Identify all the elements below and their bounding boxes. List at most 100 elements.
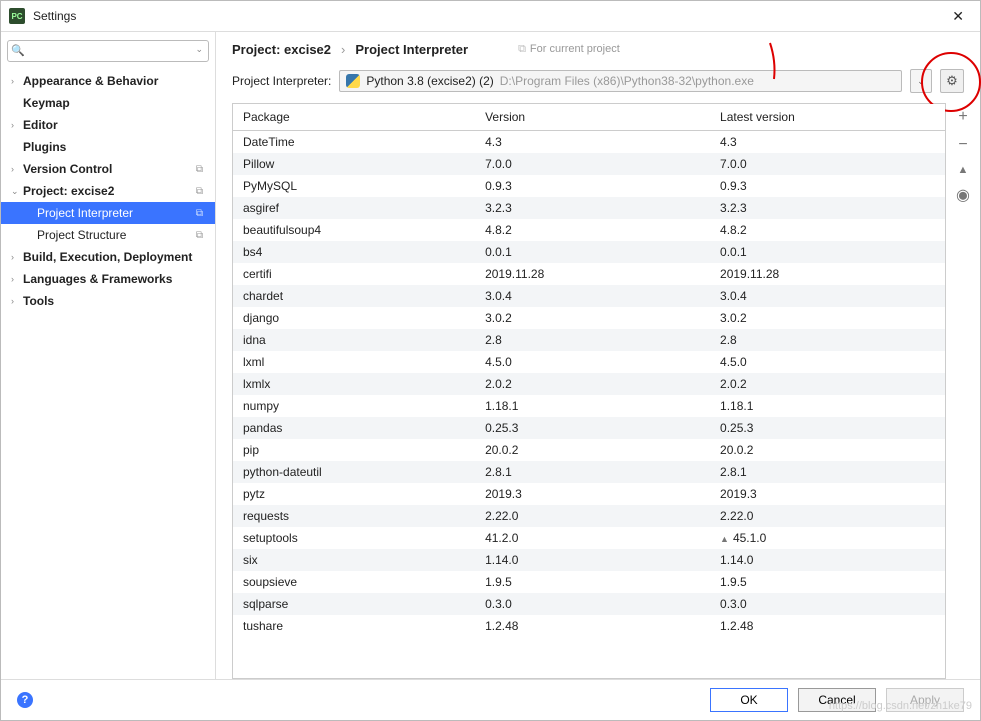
- cell-latest: 2.0.2: [710, 373, 945, 395]
- cell-latest: 20.0.2: [710, 439, 945, 461]
- remove-package-button[interactable]: −: [958, 137, 967, 153]
- table-row[interactable]: DateTime4.34.3: [233, 131, 945, 154]
- cell-version: 3.0.2: [475, 307, 710, 329]
- scope-icon: ⧉: [196, 164, 203, 175]
- cell-package: pytz: [233, 483, 475, 505]
- sidebar-item-plugins[interactable]: Plugins: [1, 136, 215, 158]
- cell-package: sqlparse: [233, 593, 475, 615]
- table-row[interactable]: asgiref3.2.33.2.3: [233, 197, 945, 219]
- cell-latest: 4.3: [710, 131, 945, 154]
- show-early-releases-button[interactable]: ◉: [956, 188, 970, 204]
- col-version[interactable]: Version: [475, 104, 710, 131]
- sidebar-item-label: Build, Execution, Deployment: [23, 250, 192, 264]
- interpreter-label: Project Interpreter:: [232, 74, 331, 88]
- add-package-button[interactable]: +: [958, 109, 967, 125]
- breadcrumb: Project: excise2 › Project Interpreter ⧉…: [216, 32, 980, 65]
- sidebar-item-build-execution-deployment[interactable]: ›Build, Execution, Deployment: [1, 246, 215, 268]
- sidebar-item-languages-frameworks[interactable]: ›Languages & Frameworks: [1, 268, 215, 290]
- table-row[interactable]: lxml4.5.04.5.0: [233, 351, 945, 373]
- cell-package: numpy: [233, 395, 475, 417]
- table-row[interactable]: Pillow7.0.07.0.0: [233, 153, 945, 175]
- table-row[interactable]: setuptools41.2.0▲45.1.0: [233, 527, 945, 549]
- table-row[interactable]: beautifulsoup44.8.24.8.2: [233, 219, 945, 241]
- table-row[interactable]: idna2.82.8: [233, 329, 945, 351]
- interpreter-dropdown[interactable]: ⌄: [910, 69, 932, 93]
- col-latest[interactable]: Latest version: [710, 104, 945, 131]
- cell-package: chardet: [233, 285, 475, 307]
- search-history-icon[interactable]: ⌄: [195, 44, 203, 55]
- table-row[interactable]: PyMySQL0.9.30.9.3: [233, 175, 945, 197]
- sidebar-item-project-interpreter[interactable]: Project Interpreter⧉: [1, 202, 215, 224]
- upgrade-package-button[interactable]: ▲: [958, 165, 969, 176]
- table-row[interactable]: pytz2019.32019.3: [233, 483, 945, 505]
- gear-icon[interactable]: ⚙: [940, 69, 964, 93]
- sidebar-item-project-structure[interactable]: Project Structure⧉: [1, 224, 215, 246]
- close-icon[interactable]: ✕: [944, 4, 972, 29]
- sidebar-item-label: Tools: [23, 294, 54, 308]
- table-row[interactable]: tushare1.2.481.2.48: [233, 615, 945, 637]
- cell-version: 7.0.0: [475, 153, 710, 175]
- chevron-icon: ⌄: [11, 186, 23, 197]
- interpreter-select[interactable]: Python 3.8 (excise2) (2) D:\Program File…: [339, 70, 902, 92]
- package-actions: + − ▲ ◉: [946, 103, 980, 679]
- cell-latest: 1.2.48: [710, 615, 945, 637]
- packages-table[interactable]: Package Version Latest version DateTime4…: [232, 103, 946, 679]
- help-button[interactable]: ?: [17, 692, 33, 708]
- python-icon: [346, 74, 360, 88]
- cell-latest: 3.0.4: [710, 285, 945, 307]
- cell-package: django: [233, 307, 475, 329]
- table-row[interactable]: requests2.22.02.22.0: [233, 505, 945, 527]
- sidebar-item-project-excise2[interactable]: ⌄Project: excise2⧉: [1, 180, 215, 202]
- table-row[interactable]: six1.14.01.14.0: [233, 549, 945, 571]
- table-row[interactable]: lxmlx2.0.22.0.2: [233, 373, 945, 395]
- chevron-right-icon: ›: [341, 42, 345, 57]
- sidebar-item-editor[interactable]: ›Editor: [1, 114, 215, 136]
- sidebar-item-label: Project Interpreter: [37, 206, 133, 220]
- cell-latest: 3.0.2: [710, 307, 945, 329]
- cell-version: 2.22.0: [475, 505, 710, 527]
- upgrade-available-icon: ▲: [720, 534, 729, 544]
- table-row[interactable]: bs40.0.10.0.1: [233, 241, 945, 263]
- search-input[interactable]: [7, 40, 209, 62]
- cell-latest: 1.14.0: [710, 549, 945, 571]
- cell-latest: 2.22.0: [710, 505, 945, 527]
- sidebar-item-label: Version Control: [23, 162, 112, 176]
- window-title: Settings: [33, 9, 944, 23]
- cell-version: 4.8.2: [475, 219, 710, 241]
- cell-latest: 0.9.3: [710, 175, 945, 197]
- cell-latest: 0.3.0: [710, 593, 945, 615]
- cell-package: pip: [233, 439, 475, 461]
- table-row[interactable]: pip20.0.220.0.2: [233, 439, 945, 461]
- table-row[interactable]: pandas0.25.30.25.3: [233, 417, 945, 439]
- cell-version: 0.9.3: [475, 175, 710, 197]
- chevron-icon: ›: [11, 120, 23, 130]
- table-row[interactable]: soupsieve1.9.51.9.5: [233, 571, 945, 593]
- cell-latest: 1.18.1: [710, 395, 945, 417]
- cell-latest: 7.0.0: [710, 153, 945, 175]
- col-package[interactable]: Package: [233, 104, 475, 131]
- sidebar-item-keymap[interactable]: Keymap: [1, 92, 215, 114]
- chevron-icon: ›: [11, 164, 23, 174]
- scope-hint: ⧉For current project: [518, 43, 620, 56]
- table-row[interactable]: django3.0.23.0.2: [233, 307, 945, 329]
- sidebar-item-appearance-behavior[interactable]: ›Appearance & Behavior: [1, 70, 215, 92]
- cell-package: pandas: [233, 417, 475, 439]
- breadcrumb-project[interactable]: Project: excise2: [232, 42, 331, 57]
- cell-package: setuptools: [233, 527, 475, 549]
- table-row[interactable]: certifi2019.11.282019.11.28: [233, 263, 945, 285]
- chevron-icon: ›: [11, 296, 23, 306]
- cell-latest: 0.25.3: [710, 417, 945, 439]
- cancel-button[interactable]: Cancel: [798, 688, 876, 712]
- table-row[interactable]: sqlparse0.3.00.3.0: [233, 593, 945, 615]
- table-row[interactable]: python-dateutil2.8.12.8.1: [233, 461, 945, 483]
- search-icon: 🔍: [11, 44, 25, 57]
- table-row[interactable]: chardet3.0.43.0.4: [233, 285, 945, 307]
- ok-button[interactable]: OK: [710, 688, 788, 712]
- cell-version: 3.2.3: [475, 197, 710, 219]
- table-row[interactable]: numpy1.18.11.18.1: [233, 395, 945, 417]
- sidebar-item-tools[interactable]: ›Tools: [1, 290, 215, 312]
- apply-button[interactable]: Apply: [886, 688, 964, 712]
- cell-package: lxml: [233, 351, 475, 373]
- sidebar-item-version-control[interactable]: ›Version Control ⧉: [1, 158, 215, 180]
- cell-package: idna: [233, 329, 475, 351]
